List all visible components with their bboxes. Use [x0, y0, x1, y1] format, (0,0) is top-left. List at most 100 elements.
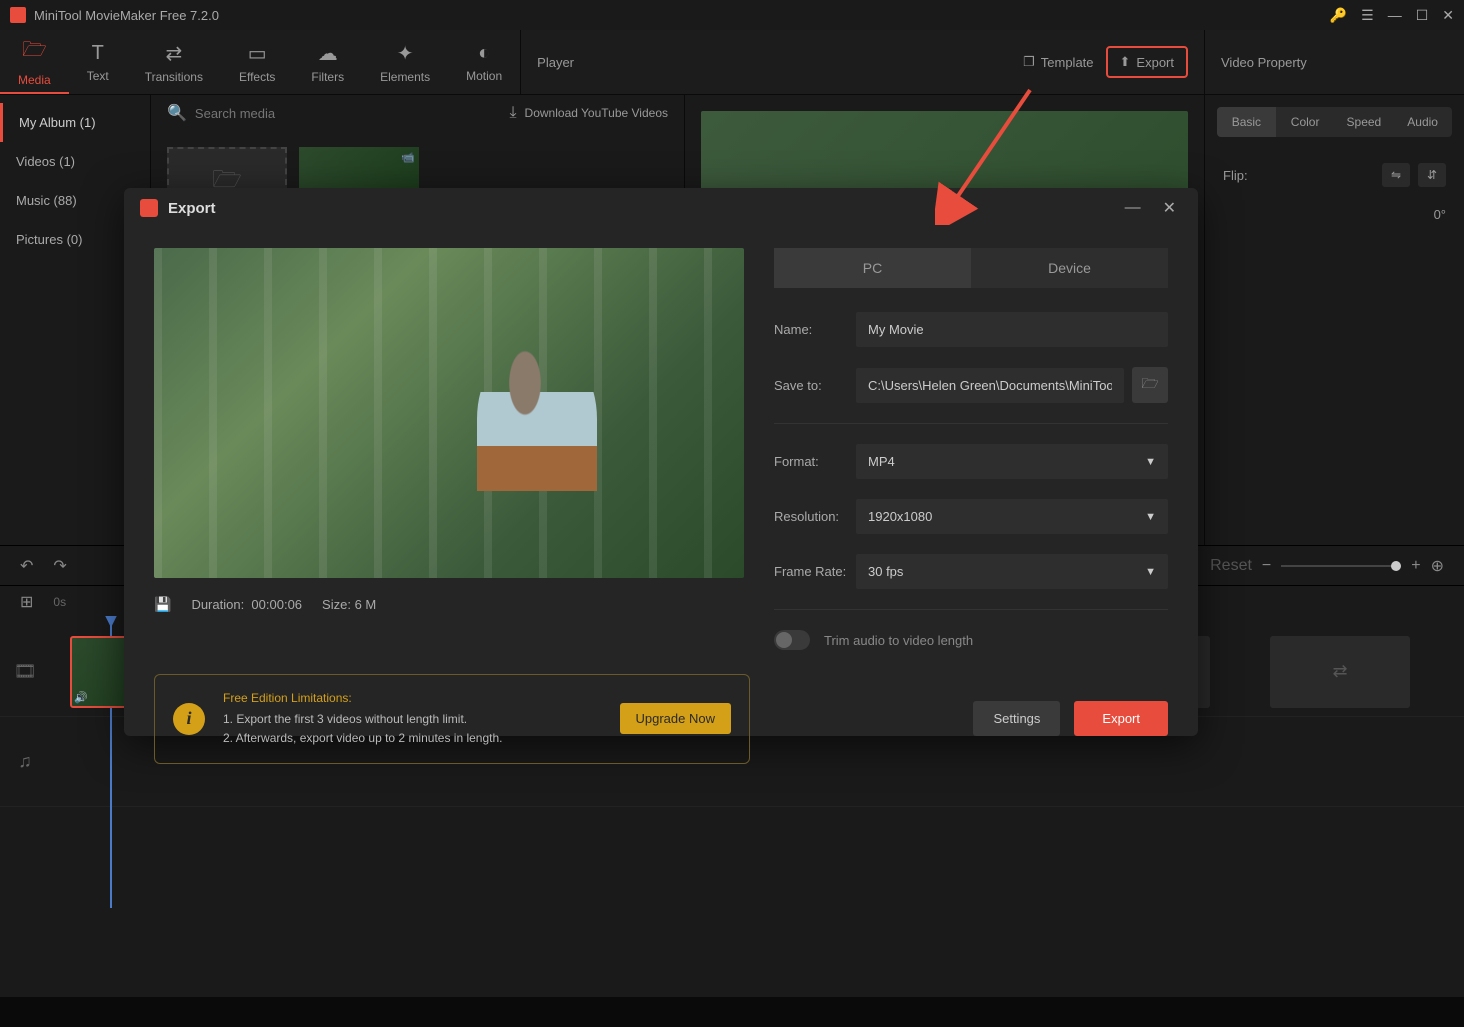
audio-track-icon: ♫ — [0, 751, 50, 772]
sidebar-item-videos[interactable]: Videos (1) — [0, 142, 150, 181]
effects-icon: ▭ — [248, 41, 267, 66]
browse-button[interactable]: 🗁 — [1132, 367, 1168, 403]
limitation-box: i Free Edition Limitations: 1. Export th… — [154, 674, 750, 764]
name-input[interactable] — [856, 312, 1168, 347]
name-label: Name: — [774, 322, 856, 337]
export-dialog: Export — ✕ 💾 Duration: 00:00:06 Size: 6 … — [124, 188, 1198, 736]
tool-filters-label: Filters — [311, 70, 344, 84]
settings-button[interactable]: Settings — [973, 701, 1060, 736]
menu-icon[interactable]: ☰ — [1361, 7, 1374, 24]
zoom-slider[interactable] — [1281, 565, 1401, 567]
upload-icon: ⬆ — [1120, 54, 1131, 70]
size-value: 6 M — [355, 597, 377, 612]
redo-button[interactable]: ↷ — [53, 556, 66, 576]
tool-elements[interactable]: ✦ Elements — [362, 30, 448, 94]
dialog-title: Export — [168, 200, 1109, 217]
divider — [774, 609, 1168, 610]
tool-motion-label: Motion — [466, 69, 502, 83]
motion-icon: ◐ — [478, 42, 490, 65]
trim-audio-toggle[interactable] — [774, 630, 810, 650]
empty-clip[interactable]: ⇄ — [1270, 636, 1410, 708]
tool-effects[interactable]: ▭ Effects — [221, 30, 293, 94]
limitation-line2: 2. Afterwards, export video up to 2 minu… — [223, 729, 602, 748]
dialog-logo — [140, 199, 158, 217]
tool-media[interactable]: 🗁Media — [0, 30, 69, 94]
undo-button[interactable]: ↶ — [20, 556, 33, 576]
saveto-label: Save to: — [774, 378, 856, 393]
tool-text[interactable]: T Text — [69, 30, 127, 94]
duration-value: 00:00:06 — [251, 597, 302, 612]
export-label: Export — [1136, 55, 1174, 70]
tool-text-label: Text — [87, 69, 109, 83]
filters-icon: ☁ — [318, 41, 338, 66]
elements-icon: ✦ — [397, 41, 414, 66]
search-input[interactable] — [195, 106, 502, 121]
template-button[interactable]: ❐Template — [1011, 48, 1105, 76]
close-icon[interactable]: ✕ — [1442, 7, 1454, 24]
prop-tab-basic[interactable]: Basic — [1217, 107, 1276, 137]
divider — [774, 423, 1168, 424]
reset-button[interactable]: Reset — [1210, 557, 1252, 575]
zoom-in-button[interactable]: + — [1411, 557, 1420, 575]
resolution-select[interactable]: 1920x1080 ▼ — [856, 499, 1168, 534]
format-select[interactable]: MP4 ▼ — [856, 444, 1168, 479]
saveto-input[interactable] — [856, 368, 1124, 403]
flip-vertical-button[interactable]: ⇵ — [1418, 163, 1446, 187]
chevron-down-icon: ▼ — [1145, 566, 1156, 578]
format-value: MP4 — [868, 454, 895, 469]
text-icon: T — [92, 42, 104, 65]
tool-filters[interactable]: ☁ Filters — [293, 30, 362, 94]
app-logo — [10, 7, 26, 23]
tool-elements-label: Elements — [380, 70, 430, 84]
format-label: Format: — [774, 454, 856, 469]
save-icon: 💾 — [154, 596, 171, 613]
player-label: Player — [537, 55, 1011, 70]
tool-effects-label: Effects — [239, 70, 275, 84]
tool-transitions[interactable]: ⇄ Transitions — [127, 30, 221, 94]
download-icon: ⤓ — [509, 104, 516, 122]
tool-motion[interactable]: ◐ Motion — [448, 30, 520, 94]
limitation-line1: 1. Export the first 3 videos without len… — [223, 710, 602, 729]
trim-audio-label: Trim audio to video length — [824, 633, 973, 648]
tab-pc[interactable]: PC — [774, 248, 971, 288]
maximize-icon[interactable]: ☐ — [1416, 7, 1429, 24]
zoom-fit-button[interactable]: ⊕ — [1431, 556, 1444, 576]
framerate-label: Frame Rate: — [774, 564, 856, 579]
video-track-icon: 🎞 — [0, 661, 50, 682]
export-preview — [154, 248, 744, 578]
tool-media-label: Media — [18, 73, 51, 87]
framerate-value: 30 fps — [868, 564, 903, 579]
video-property-label: Video Property — [1204, 30, 1464, 94]
export-button[interactable]: ⬆ Export — [1106, 46, 1188, 78]
folder-icon: 🗁 — [1141, 373, 1158, 397]
add-track-button[interactable]: ⊞ — [20, 592, 33, 612]
prop-tab-speed[interactable]: Speed — [1335, 107, 1394, 137]
sidebar-item-album[interactable]: My Album (1) — [0, 103, 150, 142]
flip-horizontal-button[interactable]: ⇋ — [1382, 163, 1410, 187]
tool-transitions-label: Transitions — [145, 70, 203, 84]
upgrade-button[interactable]: Upgrade Now — [620, 703, 732, 734]
resolution-value: 1920x1080 — [868, 509, 932, 524]
zoom-out-button[interactable]: − — [1262, 557, 1271, 575]
chevron-down-icon: ▼ — [1145, 456, 1156, 468]
framerate-select[interactable]: 30 fps ▼ — [856, 554, 1168, 589]
prop-tab-color[interactable]: Color — [1276, 107, 1335, 137]
tab-device[interactable]: Device — [971, 248, 1168, 288]
video-icon: 📹 — [401, 151, 415, 164]
export-action-button[interactable]: Export — [1074, 701, 1168, 736]
key-icon[interactable]: 🔑 — [1330, 7, 1347, 24]
resolution-label: Resolution: — [774, 509, 856, 524]
search-icon: 🔍 — [167, 103, 187, 123]
dialog-close-button[interactable]: ✕ — [1157, 198, 1182, 218]
dialog-minimize-button[interactable]: — — [1119, 199, 1147, 217]
minimize-icon[interactable]: — — [1388, 7, 1402, 23]
download-youtube-link[interactable]: Download YouTube Videos — [525, 106, 668, 120]
prop-tab-audio[interactable]: Audio — [1393, 107, 1452, 137]
limitation-title: Free Edition Limitations: — [223, 689, 602, 708]
chevron-down-icon: ▼ — [1145, 511, 1156, 523]
size-label: Size: — [322, 597, 351, 612]
rotate-value: 0° — [1434, 207, 1446, 222]
app-title: MiniTool MovieMaker Free 7.2.0 — [34, 8, 1330, 23]
transitions-icon: ⇄ — [165, 41, 182, 66]
flip-label: Flip: — [1223, 168, 1248, 183]
